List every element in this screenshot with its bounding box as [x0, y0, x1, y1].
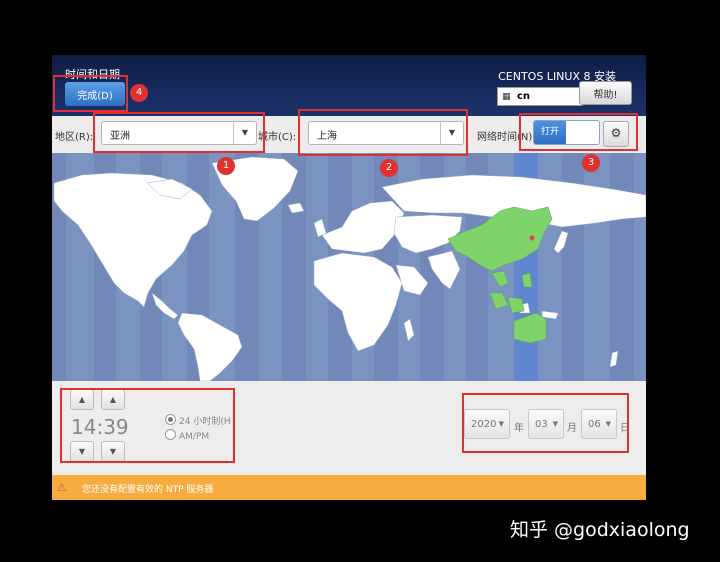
timezone-map[interactable] — [52, 153, 646, 381]
annotation-box-3 — [519, 113, 638, 151]
annotation-box-2 — [298, 109, 468, 156]
warning-text: 您还没有配置有效的 NTP 服务器 — [82, 485, 214, 495]
annotation-box-1 — [93, 112, 265, 153]
location-marker-icon — [529, 235, 535, 241]
annotation-badge-3: 3 — [582, 154, 600, 172]
keyboard-layout-label: cn — [517, 91, 531, 102]
annotation-badge-4: 4 — [130, 84, 148, 102]
watermark: 知乎 @godxiaolong — [510, 519, 690, 541]
keyboard-layout-indicator[interactable]: ▦ cn — [497, 87, 583, 106]
annotation-box-4 — [53, 75, 128, 112]
region-label: 地区(R): — [55, 132, 94, 143]
keyboard-icon: ▦ — [502, 92, 511, 102]
help-button[interactable]: 帮助! — [579, 81, 632, 105]
world-map — [52, 153, 646, 381]
warning-icon: ⚠ — [57, 481, 67, 494]
warning-bar: ⚠ 您还没有配置有效的 NTP 服务器 — [52, 475, 646, 500]
annotation-box-time — [60, 388, 235, 463]
annotation-box-date — [462, 393, 629, 453]
annotation-badge-2: 2 — [380, 159, 398, 177]
annotation-badge-1: 1 — [217, 157, 235, 175]
